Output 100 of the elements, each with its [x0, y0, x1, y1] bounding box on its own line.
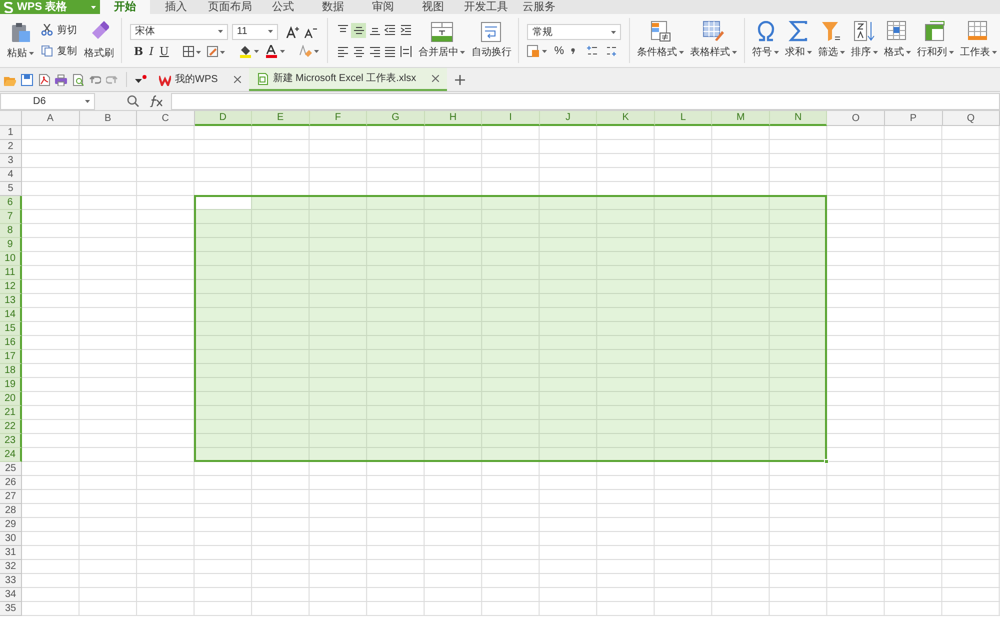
column-header[interactable]: F: [310, 111, 368, 126]
row-header[interactable]: 33: [0, 574, 22, 588]
row-header[interactable]: 7: [0, 210, 22, 224]
row-header[interactable]: 26: [0, 476, 22, 490]
selected-range[interactable]: [194, 195, 828, 462]
row-header[interactable]: 32: [0, 560, 22, 574]
document-tab[interactable]: 新建 Microsoft Excel 工作表.xlsx: [248, 68, 448, 91]
currency-format-icon[interactable]: [527, 45, 548, 57]
new-tab-icon[interactable]: [455, 74, 466, 84]
column-header[interactable]: N: [770, 111, 828, 126]
column-header[interactable]: J: [540, 111, 598, 126]
row-header[interactable]: 3: [0, 154, 22, 168]
row-header[interactable]: 11: [0, 266, 22, 280]
menu-tab[interactable]: 开发工具: [458, 0, 514, 14]
sum-button[interactable]: 求和: [782, 14, 816, 67]
copy-button[interactable]: 复制: [41, 44, 77, 58]
column-header[interactable]: P: [884, 111, 942, 126]
align-middle-button[interactable]: [351, 22, 366, 38]
menu-tab[interactable]: 审阅: [358, 0, 408, 14]
underline-button[interactable]: U: [160, 46, 169, 56]
name-box[interactable]: D6: [0, 92, 95, 110]
font-size-dropdown[interactable]: 11: [232, 24, 278, 40]
column-header[interactable]: I: [482, 111, 540, 126]
filter-button[interactable]: 筛选: [815, 14, 848, 67]
column-header[interactable]: K: [597, 111, 655, 126]
row-header[interactable]: 29: [0, 518, 22, 532]
save-icon[interactable]: [21, 74, 33, 86]
column-header[interactable]: B: [80, 111, 138, 126]
decrease-font-size-icon[interactable]: [304, 26, 317, 38]
menu-tab[interactable]: 数据: [308, 0, 358, 14]
row-header[interactable]: 28: [0, 504, 22, 518]
row-header[interactable]: 5: [0, 182, 22, 196]
row-header[interactable]: 20: [0, 392, 22, 406]
cut-button[interactable]: 剪切: [41, 22, 77, 38]
row-header[interactable]: 6: [0, 196, 22, 210]
row-header[interactable]: 34: [0, 588, 22, 602]
menu-tab[interactable]: 云服务: [514, 0, 564, 14]
merge-center-button[interactable]: 合并居中: [415, 14, 468, 67]
close-icon[interactable]: [234, 76, 241, 83]
column-header[interactable]: M: [712, 111, 770, 126]
row-header[interactable]: 18: [0, 364, 22, 378]
row-header[interactable]: 13: [0, 294, 22, 308]
paste-button[interactable]: 粘贴: [4, 14, 37, 67]
column-header[interactable]: E: [252, 111, 310, 126]
increase-decimal-icon[interactable]: [586, 45, 598, 57]
fill-handle[interactable]: [824, 459, 830, 464]
row-header[interactable]: 4: [0, 168, 22, 182]
row-header[interactable]: 16: [0, 336, 22, 350]
row-header[interactable]: 19: [0, 378, 22, 392]
print-icon[interactable]: [55, 74, 67, 86]
row-header[interactable]: 14: [0, 308, 22, 322]
print-preview-icon[interactable]: [72, 74, 84, 86]
column-header[interactable]: L: [654, 111, 712, 126]
menu-tab[interactable]: 公式: [258, 0, 308, 14]
menu-tab[interactable]: 开始: [100, 0, 150, 14]
sort-button[interactable]: 排序: [848, 14, 882, 67]
row-header[interactable]: 22: [0, 420, 22, 434]
fill-color-icon[interactable]: [238, 44, 259, 58]
function-icon[interactable]: [149, 95, 163, 107]
formula-input[interactable]: [171, 92, 1000, 110]
format-button[interactable]: 格式: [881, 14, 914, 67]
comma-style-icon[interactable]: [571, 48, 576, 54]
cell-style-icon[interactable]: [206, 46, 225, 56]
decrease-decimal-icon[interactable]: [605, 45, 618, 57]
borders-icon[interactable]: [182, 46, 201, 56]
column-header[interactable]: A: [22, 111, 80, 126]
row-header[interactable]: 24: [0, 448, 22, 462]
row-header[interactable]: 12: [0, 280, 22, 294]
rows-columns-button[interactable]: 行和列: [914, 14, 958, 67]
symbol-button[interactable]: 符号: [749, 14, 782, 67]
column-header[interactable]: H: [424, 111, 482, 126]
column-header[interactable]: O: [827, 111, 885, 126]
active-cell[interactable]: [196, 197, 252, 209]
row-header[interactable]: 10: [0, 252, 22, 266]
row-header[interactable]: 9: [0, 238, 22, 252]
row-header[interactable]: 31: [0, 546, 22, 560]
font-name-dropdown[interactable]: 宋体: [130, 24, 228, 40]
cell-grid[interactable]: [22, 126, 1000, 616]
indent-button[interactable]: [398, 22, 414, 38]
increase-font-size-icon[interactable]: [286, 26, 300, 38]
outdent-button[interactable]: [382, 22, 398, 38]
row-header[interactable]: 21: [0, 406, 22, 420]
row-header[interactable]: 8: [0, 224, 22, 238]
menu-tab[interactable]: 插入: [150, 0, 202, 14]
format-painter-button[interactable]: 格式刷: [81, 14, 117, 67]
row-header[interactable]: 27: [0, 490, 22, 504]
conditional-format-button[interactable]: 条件格式: [634, 14, 688, 67]
column-header[interactable]: G: [367, 111, 425, 126]
menu-tab[interactable]: 视图: [408, 0, 458, 14]
zoom-icon[interactable]: [127, 95, 139, 107]
row-header[interactable]: 1: [0, 126, 22, 140]
menu-tab[interactable]: 页面布局: [202, 0, 258, 14]
bold-button[interactable]: B: [134, 46, 144, 56]
worksheet-button[interactable]: 工作表: [957, 14, 1000, 67]
row-header[interactable]: 17: [0, 350, 22, 364]
row-header[interactable]: 2: [0, 140, 22, 154]
close-icon[interactable]: [432, 75, 440, 82]
column-header[interactable]: C: [137, 111, 195, 126]
row-header[interactable]: 35: [0, 602, 22, 616]
italic-button[interactable]: I: [149, 46, 154, 56]
